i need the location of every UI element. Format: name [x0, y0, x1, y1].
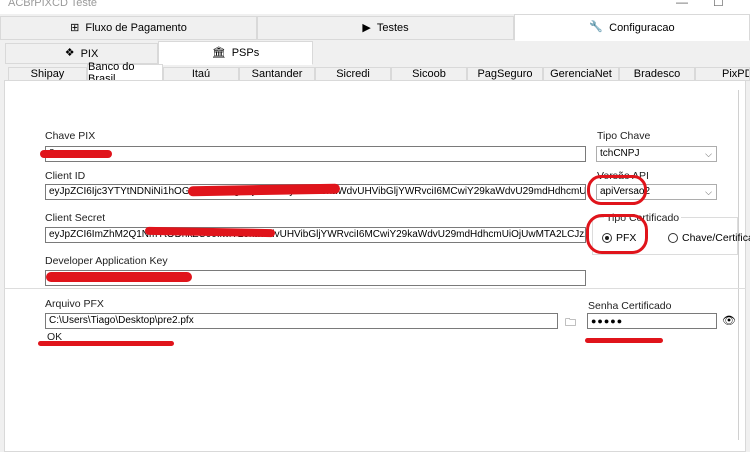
tab-gerencianet[interactable]: GerenciaNet — [543, 67, 619, 81]
bank-icon: 🏛 — [211, 46, 226, 59]
highlight-versao-api — [587, 175, 647, 205]
chevron-down-icon: ⌵ — [705, 187, 712, 197]
radio-dot — [668, 233, 678, 243]
title-bar: ACBrPIXCD Teste — ☐ — [0, 0, 750, 14]
tab-label: Testes — [376, 22, 409, 34]
chave-pix-input[interactable]: 8 — [45, 146, 586, 162]
tab-sicredi[interactable]: Sicredi — [315, 67, 391, 81]
tab-itau[interactable]: Itaú — [163, 67, 239, 81]
tab-label: PSPs — [231, 47, 260, 59]
minimize-button[interactable]: — — [676, 0, 688, 9]
senha-certificado-input[interactable]: ●●●●● — [587, 313, 717, 329]
chave-pix-label: Chave PIX — [45, 130, 96, 142]
underline-senha — [585, 338, 663, 343]
redaction-developer-key — [46, 272, 192, 282]
client-id-label: Client ID — [45, 170, 86, 182]
client-secret-input[interactable]: eyJpZCI6ImZhM2Q1NmYtODhkZC00IiwiY29kaWdv… — [45, 227, 586, 243]
developer-key-label: Developer Application Key — [45, 255, 168, 267]
pix-icon: ❖ — [64, 47, 75, 59]
radio-chave-certificado[interactable]: Chave/Certificado — [668, 232, 750, 244]
underline-ok-status — [38, 341, 174, 346]
panel-divider — [738, 90, 739, 440]
tab-pagseguro[interactable]: PagSeguro — [467, 67, 543, 81]
flow-icon: ⊞ — [70, 21, 80, 34]
section-divider — [4, 288, 746, 289]
redaction-chave-pix — [40, 150, 112, 158]
tab-label: Fluxo de Pagamento — [85, 22, 187, 34]
tab-santander[interactable]: Santander — [239, 67, 315, 81]
tab-psps[interactable]: 🏛 PSPs — [158, 41, 313, 65]
tab-label: PIX — [80, 47, 99, 60]
arquivo-pfx-label: Arquivo PFX — [45, 298, 104, 310]
tab-sicoob[interactable]: Sicoob — [391, 67, 467, 81]
tab-bradesco[interactable]: Bradesco — [619, 67, 695, 81]
tab-label: Configuracao — [609, 21, 675, 34]
tab-pixpd[interactable]: PixPD — [695, 67, 750, 81]
chevron-down-icon: ⌵ — [705, 149, 712, 159]
eye-icon[interactable]: 👁 — [722, 314, 736, 327]
tab-configuracao[interactable]: 🔧 Configuracao — [514, 14, 750, 41]
folder-icon[interactable]: 🗀 — [565, 314, 576, 333]
play-icon: ▶ — [362, 21, 371, 34]
tab-testes[interactable]: ▶ Testes — [257, 16, 514, 40]
client-secret-label: Client Secret — [45, 212, 106, 224]
tab-shipay[interactable]: Shipay — [8, 67, 87, 81]
tipo-chave-select[interactable]: tchCNPJ ⌵ — [596, 146, 717, 162]
wrench-icon: 🔧 — [589, 21, 604, 33]
senha-certificado-label: Senha Certificado — [588, 300, 672, 312]
maximize-button[interactable]: ☐ — [713, 0, 724, 9]
arquivo-pfx-input[interactable]: C:\Users\Tiago\Desktop\pre2.pfx — [45, 313, 558, 329]
highlight-pfx — [586, 214, 648, 254]
tab-fluxo-de-pagamento[interactable]: ⊞ Fluxo de Pagamento — [0, 16, 257, 40]
window-title: ACBrPIXCD Teste — [8, 0, 98, 9]
tipo-chave-label: Tipo Chave — [597, 130, 651, 142]
